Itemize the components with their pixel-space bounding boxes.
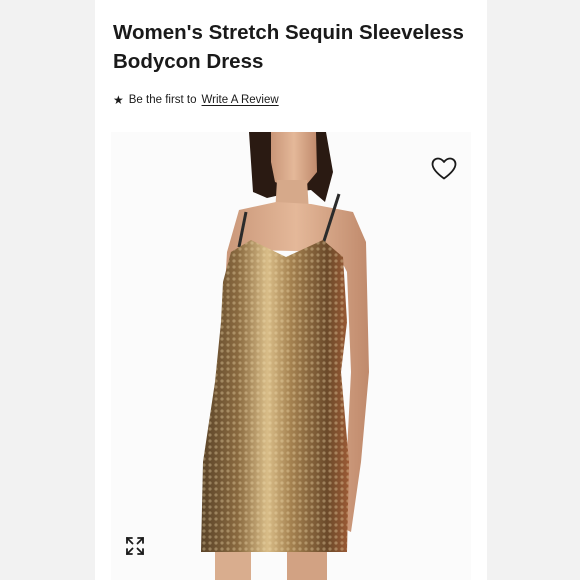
wishlist-button[interactable] <box>431 157 457 181</box>
product-page: · · · Women's Stretch Sequin Sleeveless … <box>95 0 487 580</box>
expand-image-button[interactable] <box>124 535 146 557</box>
expand-icon <box>126 537 144 555</box>
review-row: ★ Be the first to Write A Review <box>113 91 279 109</box>
breadcrumb[interactable]: · · · <box>113 0 173 4</box>
product-title: Women's Stretch Sequin Sleeveless Bodyco… <box>113 21 464 73</box>
star-icon: ★ <box>113 93 124 107</box>
product-image[interactable] <box>111 132 471 580</box>
product-photo <box>201 132 369 580</box>
heart-icon <box>431 157 457 180</box>
review-prompt: Be the first to <box>128 94 197 106</box>
write-review-link[interactable]: Write A Review <box>202 94 279 106</box>
